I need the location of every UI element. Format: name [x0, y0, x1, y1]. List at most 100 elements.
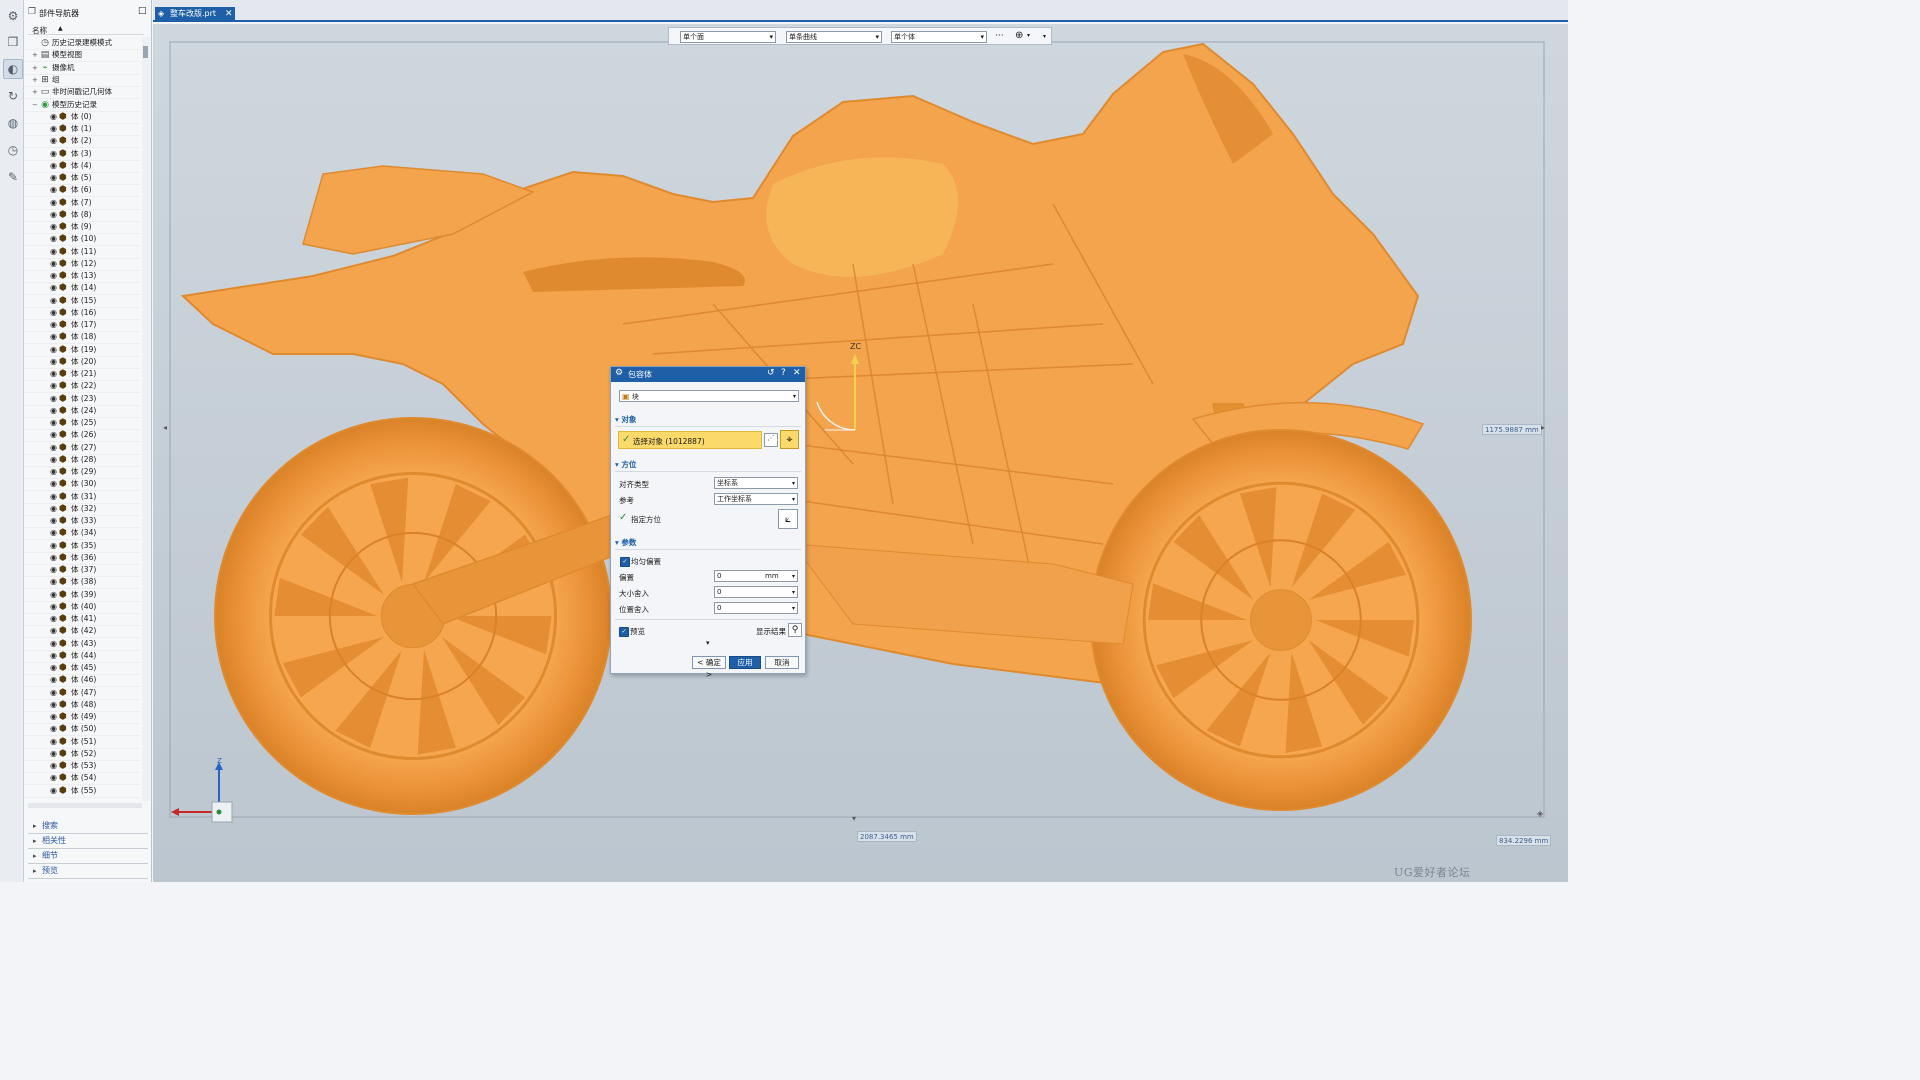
selection-intent-button[interactable]: ⋰: [764, 433, 778, 447]
eye-icon[interactable]: ◉: [50, 576, 57, 588]
tree-node[interactable]: + ⊞ 组: [24, 74, 140, 87]
section-parameters[interactable]: ▾ 参数: [615, 537, 801, 550]
tree-body-row[interactable]: ◉ ⬢ 体 (41): [24, 613, 140, 627]
size-rounding-input[interactable]: 0 ▾: [714, 586, 798, 598]
eye-icon[interactable]: ◉: [50, 748, 57, 760]
tree-body-row[interactable]: ◉ ⬢ 体 (16): [24, 307, 140, 320]
tree-body-row[interactable]: ◉ ⬢ 体 (43): [24, 638, 140, 651]
snap-point-icon[interactable]: ⊕: [1015, 30, 1023, 41]
select-object-field[interactable]: ✓ 选择对象 (1012887): [618, 431, 762, 449]
eye-icon[interactable]: ◉: [50, 540, 57, 552]
eye-icon[interactable]: ◉: [50, 282, 57, 294]
history-icon[interactable]: ↻: [3, 86, 23, 106]
tree-body-row[interactable]: ◉ ⬢ 体 (32): [24, 503, 140, 516]
panel-search[interactable]: ▸ 搜索: [28, 819, 148, 834]
tree-body-row[interactable]: ◉ ⬢ 体 (13): [24, 270, 140, 284]
offset-input[interactable]: 0 mm ▾: [714, 570, 798, 582]
position-rounding-input[interactable]: 0 ▾: [714, 602, 798, 614]
tree-scrollbar[interactable]: [142, 37, 150, 801]
tree-body-row[interactable]: ◉ ⬢ 体 (51): [24, 736, 140, 749]
dimension-width[interactable]: 834.2296 mm: [1496, 835, 1552, 846]
globe-icon[interactable]: ◍: [3, 113, 23, 133]
eye-icon[interactable]: ◉: [50, 123, 57, 135]
fuel-tank[interactable]: [766, 157, 958, 277]
eye-icon[interactable]: ◉: [50, 466, 57, 478]
dimension-height[interactable]: 1175.9887 mm: [1482, 424, 1542, 435]
tree-body-row[interactable]: ◉ ⬢ 体 (12): [24, 258, 140, 271]
tree-body-row[interactable]: ◉ ⬢ 体 (19): [24, 344, 140, 357]
expand-more-icon[interactable]: ▾: [706, 639, 710, 647]
eye-icon[interactable]: ◉: [50, 160, 57, 172]
tree-body-row[interactable]: ◉ ⬢ 体 (33): [24, 515, 140, 529]
eye-icon[interactable]: ◉: [50, 356, 57, 368]
tree-body-row[interactable]: ◉ ⬢ 体 (38): [24, 576, 140, 590]
tree-node[interactable]: − ◉ 模型历史记录: [24, 99, 140, 112]
tree-body-row[interactable]: ◉ ⬢ 体 (14): [24, 282, 140, 296]
tree-body-row[interactable]: ◉ ⬢ 体 (17): [24, 319, 140, 333]
tree-body-row[interactable]: ◉ ⬢ 体 (15): [24, 295, 140, 308]
eye-icon[interactable]: ◉: [50, 564, 57, 576]
eye-icon[interactable]: ◉: [50, 515, 57, 527]
tree-body-row[interactable]: ◉ ⬢ 体 (44): [24, 650, 140, 663]
tree-body-row[interactable]: ◉ ⬢ 体 (49): [24, 711, 140, 725]
tree-body-row[interactable]: ◉ ⬢ 体 (2): [24, 135, 140, 149]
uniform-offset-checkbox[interactable]: ✓: [620, 557, 630, 567]
tree-body-row[interactable]: ◉ ⬢ 体 (21): [24, 368, 140, 382]
tab-document[interactable]: ◈ 整车改版.prt ✕: [155, 7, 235, 21]
tree-body-row[interactable]: ◉ ⬢ 体 (46): [24, 674, 140, 688]
more-button[interactable]: ···: [995, 31, 1004, 41]
eye-icon[interactable]: ◉: [50, 135, 57, 147]
roles-icon[interactable]: ✎: [3, 167, 23, 187]
tree-node[interactable]: + ▤ 模型视图: [24, 49, 140, 63]
tree-node[interactable]: + ⌁ 摄像机: [24, 62, 140, 75]
close-icon[interactable]: ✕: [225, 7, 233, 21]
tree-body-row[interactable]: ◉ ⬢ 体 (23): [24, 393, 140, 406]
expand-icon[interactable]: +: [32, 62, 39, 74]
eye-icon[interactable]: ◉: [50, 650, 57, 662]
eye-icon[interactable]: ◉: [50, 197, 57, 209]
show-result-button[interactable]: ⚲: [788, 623, 802, 637]
eye-icon[interactable]: ◉: [50, 552, 57, 564]
type-filter-body[interactable]: 单个体 ▾: [891, 31, 987, 43]
tree-body-row[interactable]: ◉ ⬢ 体 (39): [24, 589, 140, 602]
eye-icon[interactable]: ◉: [50, 625, 57, 637]
reference-select[interactable]: 工作坐标系 ▾: [714, 493, 798, 505]
tree-body-row[interactable]: ◉ ⬢ 体 (6): [24, 184, 140, 198]
reset-icon[interactable]: ↺: [767, 368, 775, 378]
arrow-right-icon[interactable]: ▸: [1541, 423, 1545, 432]
preview-checkbox[interactable]: ✓: [619, 627, 629, 637]
tree-body-row[interactable]: ◉ ⬢ 体 (36): [24, 552, 140, 565]
panel-details[interactable]: ▸ 细节: [28, 849, 148, 864]
eye-icon[interactable]: ◉: [50, 687, 57, 699]
cancel-button[interactable]: 取消: [765, 656, 799, 669]
eye-icon[interactable]: ◉: [50, 503, 57, 515]
tree-body-row[interactable]: ◉ ⬢ 体 (53): [24, 760, 140, 774]
eye-icon[interactable]: ◉: [50, 209, 57, 221]
eye-icon[interactable]: ◉: [50, 478, 57, 490]
align-type-select[interactable]: 坐标系 ▾: [714, 477, 798, 489]
panel-preview[interactable]: ▸ 预览: [28, 864, 148, 879]
assembly-icon[interactable]: ◐: [3, 59, 23, 79]
eye-icon[interactable]: ◉: [50, 736, 57, 748]
eye-icon[interactable]: ◉: [50, 184, 57, 196]
tree-body-row[interactable]: ◉ ⬢ 体 (1): [24, 123, 140, 137]
tree-body-row[interactable]: ◉ ⬢ 体 (29): [24, 466, 140, 480]
ok-button[interactable]: < 确定 >: [692, 656, 726, 679]
tree-body-row[interactable]: ◉ ⬢ 体 (3): [24, 148, 140, 161]
eye-icon[interactable]: ◉: [50, 368, 57, 380]
eye-icon[interactable]: ◉: [50, 380, 57, 392]
tree-body-row[interactable]: ◉ ⬢ 体 (45): [24, 662, 140, 676]
clock-icon[interactable]: ◷: [3, 140, 23, 160]
eye-icon[interactable]: ◉: [50, 417, 57, 429]
eye-icon[interactable]: ◉: [50, 319, 57, 331]
eye-icon[interactable]: ◉: [50, 662, 57, 674]
tree-body-row[interactable]: ◉ ⬢ 体 (20): [24, 356, 140, 369]
eye-icon[interactable]: ◉: [50, 270, 57, 282]
csys-dialog-icon[interactable]: ⟀: [778, 509, 798, 529]
tree-body-row[interactable]: ◉ ⬢ 体 (11): [24, 246, 140, 259]
eye-icon[interactable]: ◉: [50, 331, 57, 343]
toolbar-options-icon[interactable]: ▾: [1043, 33, 1046, 40]
tree-body-row[interactable]: ◉ ⬢ 体 (52): [24, 748, 140, 761]
eye-icon[interactable]: ◉: [50, 221, 57, 233]
front-wheel-hub[interactable]: [1250, 589, 1312, 651]
